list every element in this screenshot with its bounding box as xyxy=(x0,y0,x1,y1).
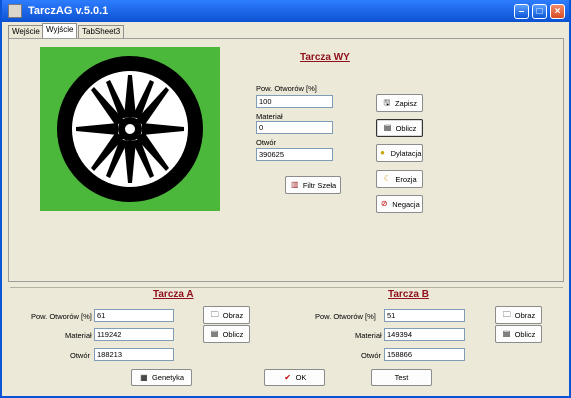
tarcza-b-obraz-button[interactable]: 🗀 Obraz xyxy=(495,306,542,324)
tarcza-b-pow-field[interactable]: 51 xyxy=(384,309,465,322)
oblicz-output-label: Oblicz xyxy=(395,123,417,133)
output-material-field[interactable]: 0 xyxy=(256,121,333,134)
erozja-button[interactable]: ☾ Erozja xyxy=(376,170,423,188)
tab-tabsheet3[interactable]: TabSheet3 xyxy=(78,25,125,38)
folder-icon: 🗀 xyxy=(502,310,511,319)
tarcza-a-pow-field[interactable]: 61 xyxy=(94,309,174,322)
tarcza-a-otwor-field[interactable]: 188213 xyxy=(94,348,174,361)
bottom-top-divider xyxy=(10,287,563,288)
tarcza-a-obraz-label: Obraz xyxy=(222,310,244,320)
tarcza-a-oblicz-button[interactable]: ▤ Oblicz xyxy=(203,325,250,343)
output-section-title: Tarcza WY xyxy=(300,52,350,63)
maximize-button[interactable]: □ xyxy=(532,4,547,19)
output-pow-label: Pow. Otworów [%] xyxy=(256,84,317,93)
light-bulb-icon: ● xyxy=(380,148,385,157)
zapisz-label: Zapisz xyxy=(394,98,418,108)
tarcza-b-material-label: Materiał xyxy=(355,331,382,340)
calculator-icon: ▤ xyxy=(502,329,511,338)
disc-preview-image xyxy=(40,47,220,211)
ok-button[interactable]: ✔ OK xyxy=(264,369,325,386)
tarcza-b-title: Tarcza B xyxy=(388,289,429,300)
tarcza-b-material-field[interactable]: 149394 xyxy=(384,328,465,341)
output-otwor-label: Otwór xyxy=(256,138,277,147)
genetyka-button[interactable]: ▦ Genetyka xyxy=(131,369,192,386)
zapisz-button[interactable]: 🖫 Zapisz xyxy=(376,94,423,112)
folder-icon: 🗀 xyxy=(210,310,219,319)
tab-wejscie[interactable]: Wejście xyxy=(8,25,44,38)
tab-wyjscie[interactable]: Wyjście xyxy=(42,23,78,38)
tarcza-a-oblicz-label: Oblicz xyxy=(222,329,244,339)
test-button[interactable]: Test xyxy=(371,369,432,386)
title-bar: TarczAG v.5.0.1 – □ × xyxy=(2,0,569,22)
filtr-label: Filtr Szeła xyxy=(302,180,337,190)
calculator-icon: ▤ xyxy=(210,329,219,338)
genetyka-label: Genetyka xyxy=(151,373,185,382)
genetics-icon: ▦ xyxy=(140,372,148,382)
calculator-icon: ▤ xyxy=(383,123,392,132)
tarcza-b-otwor-field[interactable]: 158866 xyxy=(384,348,465,361)
minimize-button[interactable]: – xyxy=(514,4,529,19)
negacja-button[interactable]: ⊘ Negacja xyxy=(376,195,423,213)
window-title: TarczAG v.5.0.1 xyxy=(28,5,109,17)
output-otwor-field[interactable]: 390625 xyxy=(256,148,333,161)
erozja-label: Erozja xyxy=(395,174,417,184)
filter-icon: ▥ xyxy=(291,180,299,189)
test-label: Test xyxy=(394,373,409,382)
erosion-icon: ☾ xyxy=(383,174,391,183)
tarcza-a-material-field[interactable]: 119242 xyxy=(94,328,174,341)
tarcza-b-otwor-label: Otwór xyxy=(361,351,382,360)
tarcza-a-obraz-button[interactable]: 🗀 Obraz xyxy=(203,306,250,324)
negation-icon: ⊘ xyxy=(380,199,388,208)
tarcza-a-material-label: Materiał xyxy=(65,331,92,340)
tarcza-a-title: Tarcza A xyxy=(153,289,194,300)
close-button[interactable]: × xyxy=(550,4,565,19)
save-icon: 🖫 xyxy=(383,98,391,107)
negacja-label: Negacja xyxy=(392,199,420,209)
ok-label: OK xyxy=(295,373,307,382)
output-material-label: Materiał xyxy=(256,112,283,121)
disc-preview-svg xyxy=(40,47,220,211)
filtr-button[interactable]: ▥ Filtr Szeła xyxy=(285,176,341,194)
app-icon xyxy=(8,4,22,18)
tarcza-b-obraz-label: Obraz xyxy=(514,310,536,320)
tarcza-b-oblicz-label: Oblicz xyxy=(514,329,536,339)
dylatacja-label: Dylatacja xyxy=(390,148,422,158)
output-panel: Tarcza WY Pow. Otworów [%] 100 Materiał … xyxy=(8,38,564,282)
oblicz-output-button[interactable]: ▤ Oblicz xyxy=(376,119,423,137)
tarcza-a-pow-label: Pow. Otworów [%] xyxy=(31,312,92,321)
tarcza-b-pow-label: Pow. Otworów [%] xyxy=(315,312,376,321)
tarcza-a-otwor-label: Otwór xyxy=(70,351,91,360)
tarcza-b-oblicz-button[interactable]: ▤ Oblicz xyxy=(495,325,542,343)
main-window: TarczAG v.5.0.1 – □ × Wejście Wyjście Ta… xyxy=(0,0,571,398)
dylatacja-button[interactable]: ● Dylatacja xyxy=(376,144,423,162)
check-icon: ✔ xyxy=(284,372,291,382)
output-pow-field[interactable]: 100 xyxy=(256,95,333,108)
